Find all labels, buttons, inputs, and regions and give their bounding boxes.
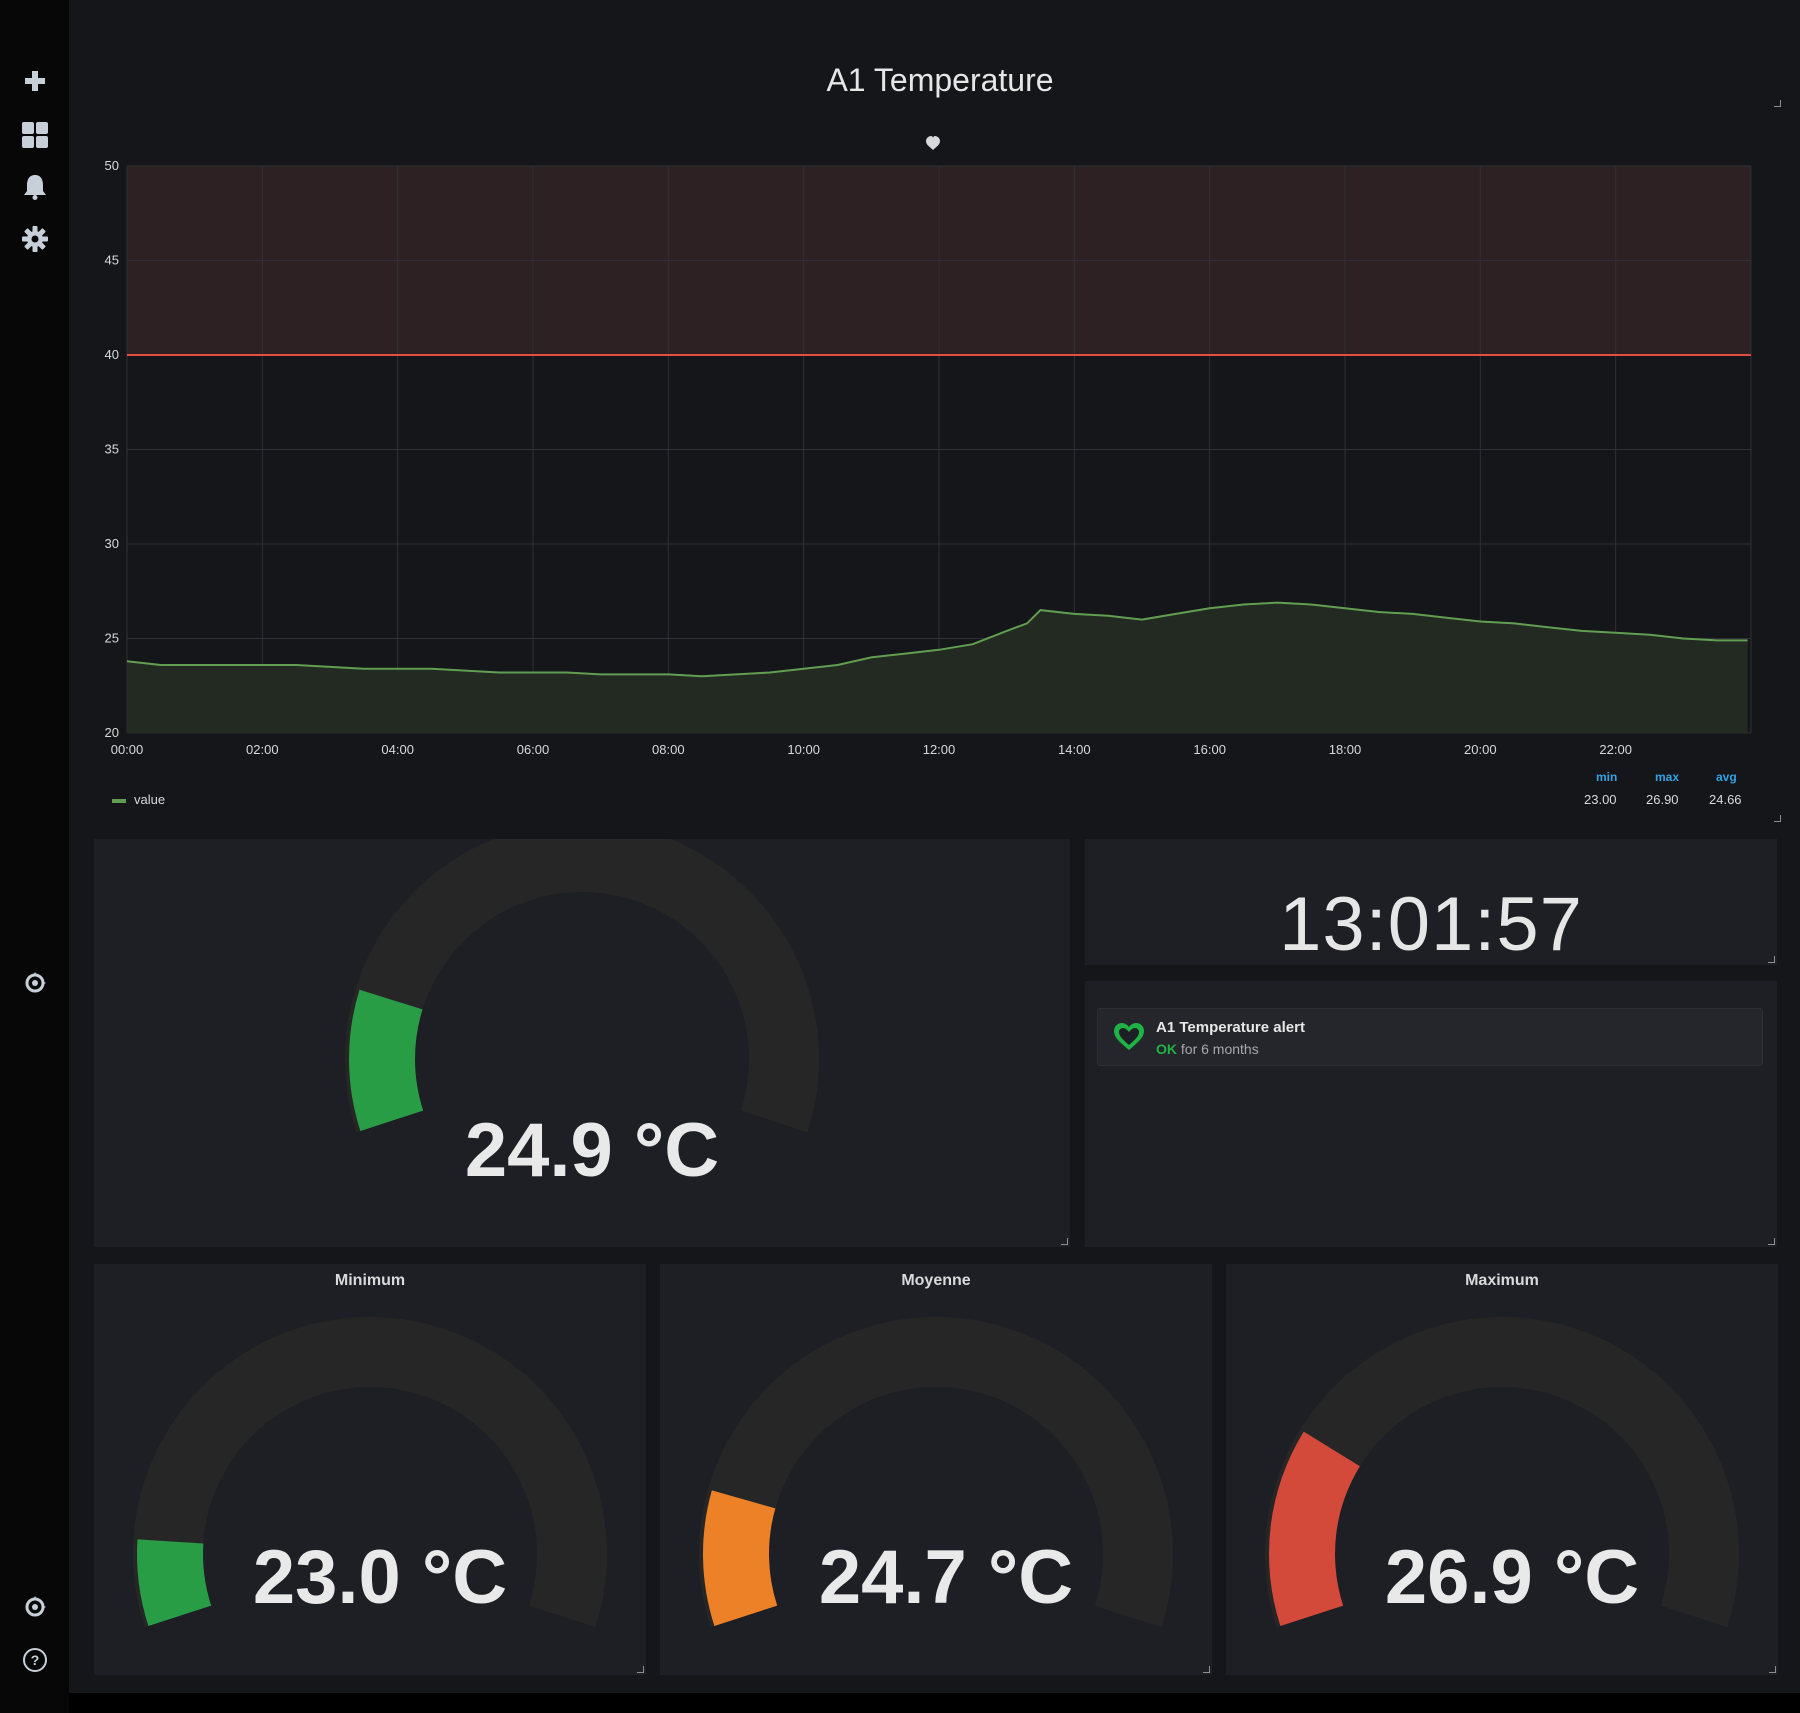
gauge-panel-maximum: Maximum 26.9 °C <box>1226 1264 1778 1675</box>
gauge-value: 24.7 °C <box>818 1535 1074 1620</box>
x-tick-label: 22:00 <box>1599 742 1632 757</box>
legend-header-max[interactable]: max <box>1655 770 1679 784</box>
gauge-value: 24.9 °C <box>464 1108 720 1193</box>
alert-item[interactable]: A1 Temperature alert OK for 6 months <box>1097 1008 1763 1066</box>
clock-panel: 13:01:57 <box>1085 839 1777 967</box>
dashboards-icon[interactable] <box>18 118 52 152</box>
grafana-logo-icon[interactable] <box>18 1590 52 1624</box>
gauge-value: 26.9 °C <box>1384 1535 1640 1620</box>
y-tick-label: 25 <box>105 631 119 646</box>
y-tick-label: 35 <box>105 442 119 457</box>
alert-name[interactable]: A1 Temperature alert <box>1156 1019 1305 1036</box>
alerting-icon[interactable] <box>18 170 52 204</box>
graph-area: 00:00 02:00 04:00 06:00 08:00 10:00 12:00 14:00… <box>105 136 1752 757</box>
resize-handle[interactable] <box>637 1666 644 1673</box>
y-tick-label: 40 <box>105 347 119 362</box>
x-tick-label: 00:00 <box>111 742 144 757</box>
resize-handle[interactable] <box>1769 1666 1776 1673</box>
grafana-logo-icon[interactable] <box>18 966 52 1000</box>
sidebar: ? <box>0 0 69 1713</box>
help-icon[interactable]: ? <box>18 1643 52 1677</box>
legend-value-max: 26.90 <box>1646 792 1679 807</box>
gauge-value: 23.0 °C <box>252 1535 508 1620</box>
dashboard-canvas: A1 Temperature 00:00 02:00 04:00 06:00 08:00… <box>69 0 1800 1693</box>
alert-duration: for 6 months <box>1180 1041 1259 1057</box>
heart-icon <box>1114 1023 1144 1050</box>
x-tick-label: 20:00 <box>1464 742 1497 757</box>
x-tick-label: 06:00 <box>517 742 550 757</box>
y-tick-label: 45 <box>105 253 119 268</box>
resize-handle[interactable] <box>1774 815 1781 822</box>
graph-panel: A1 Temperature 00:00 02:00 04:00 06:00 08:00… <box>95 0 1785 828</box>
legend-header-min[interactable]: min <box>1596 770 1617 784</box>
resize-handle[interactable] <box>1768 1238 1775 1245</box>
legend-header-avg[interactable]: avg <box>1716 770 1737 784</box>
x-tick-label: 14:00 <box>1058 742 1091 757</box>
y-tick-label: 50 <box>105 158 119 173</box>
resize-handle[interactable] <box>1768 956 1775 963</box>
annotation-heart-icon <box>926 136 940 150</box>
svg-text:?: ? <box>31 1652 40 1668</box>
resize-handle[interactable] <box>1061 1238 1068 1245</box>
alert-state-line: OK for 6 months <box>1156 1041 1259 1057</box>
legend-value-min: 23.00 <box>1584 792 1617 807</box>
alert-state: OK <box>1156 1041 1177 1057</box>
y-tick-label: 30 <box>105 536 119 551</box>
x-tick-label: 18:00 <box>1329 742 1362 757</box>
resize-handle[interactable] <box>1203 1666 1210 1673</box>
x-tick-label: 08:00 <box>652 742 685 757</box>
y-tick-label: 20 <box>105 725 119 740</box>
alert-list-panel: A1 Temperature alert OK for 6 months <box>1085 981 1777 1247</box>
x-tick-label: 16:00 <box>1193 742 1226 757</box>
gauge-panel-minimum: Minimum 23.0 °C <box>94 1264 646 1675</box>
gauge-panel-moyenne: Moyenne 24.7 °C <box>660 1264 1212 1675</box>
x-tick-label: 04:00 <box>381 742 414 757</box>
legend-value-avg: 24.66 <box>1709 792 1742 807</box>
legend-swatch <box>112 798 126 803</box>
x-tick-label: 10:00 <box>787 742 820 757</box>
clock-time: 13:01:57 <box>1279 882 1583 967</box>
legend-item[interactable]: value <box>112 792 165 807</box>
legend-series-name: value <box>134 792 166 807</box>
gauge-panel-current: Température Actuelle 24.9 °C <box>94 839 1070 1247</box>
x-tick-label: 12:00 <box>923 742 956 757</box>
settings-icon[interactable] <box>18 222 52 256</box>
x-tick-label: 02:00 <box>246 742 279 757</box>
plus-icon[interactable] <box>18 64 52 98</box>
